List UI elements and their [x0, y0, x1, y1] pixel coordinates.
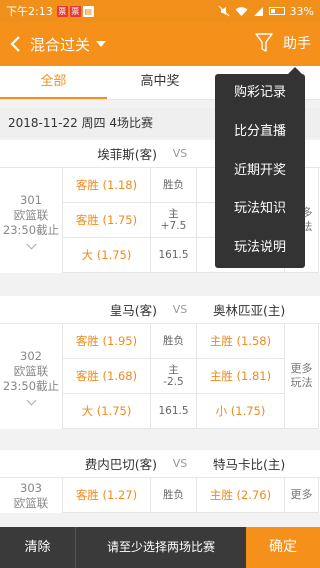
odds-option[interactable]: 主胜 (2.76): [197, 478, 285, 513]
handicap-label: 主 +7.5: [151, 203, 197, 238]
menu-item-recent-draws[interactable]: 近期开奖: [215, 152, 305, 191]
odds-option[interactable]: 客胜 (1.18): [63, 168, 151, 203]
menu-item-purchase-records[interactable]: 购彩记录: [215, 74, 305, 113]
nav-bar: 混合过关 助手: [0, 22, 320, 66]
back-arrow-icon: [10, 36, 20, 52]
assistant-menu: 购彩记录 比分直播 近期开奖 玩法知识 玩法说明: [215, 67, 305, 268]
more-plays-button[interactable]: 更多: [285, 478, 319, 513]
menu-item-live-scores[interactable]: 比分直播: [215, 113, 305, 152]
page-title: 混合过关: [30, 35, 91, 54]
confirm-button[interactable]: 确定: [246, 527, 320, 568]
odds-option[interactable]: 客胜 (1.68): [63, 359, 151, 394]
play-label: 胜负: [151, 478, 197, 513]
status-bar: 下午2:13 票 票 ▤ 33%: [0, 0, 320, 22]
league-name: 欧篮联: [13, 364, 49, 378]
chevron-down-icon: [26, 395, 36, 406]
home-team: 奥林匹亚(主): [213, 303, 286, 318]
play-type-selector[interactable]: 混合过关: [30, 34, 107, 55]
play-label: 胜负: [151, 168, 197, 203]
menu-item-play-knowledge[interactable]: 玩法知识: [215, 190, 305, 229]
selection-hint: 请至少选择两场比赛: [106, 540, 215, 554]
menu-item-play-instructions[interactable]: 玩法说明: [215, 229, 305, 268]
deadline: 23:50截止: [2, 379, 60, 393]
clear-button[interactable]: 清除: [0, 527, 76, 568]
battery-icon: [268, 7, 285, 15]
funnel-icon: [255, 33, 273, 52]
match-info[interactable]: 303 欧篮联: [0, 478, 62, 513]
deadline: 23:50截止: [2, 223, 60, 237]
chevron-down-icon: [26, 239, 36, 250]
caret-down-icon: [96, 41, 107, 47]
match-card: 皇马(客) VS 奥林匹亚(主) 302 欧篮联 23:50截止 客胜 (1.9…: [0, 296, 320, 429]
odds-option[interactable]: 客胜 (1.27): [63, 478, 151, 513]
vs-label: VS: [172, 303, 188, 316]
total-line-label: 161.5: [151, 394, 197, 429]
vs-label: VS: [172, 147, 188, 160]
odds-option[interactable]: 大 (1.75): [63, 238, 151, 273]
bottom-bar: 清除 请至少选择两场比赛 确定: [0, 527, 320, 568]
tab-all[interactable]: 全部: [0, 66, 107, 99]
away-team: 皇马(客): [109, 303, 157, 318]
tab-high-prize[interactable]: 高中奖: [107, 66, 214, 99]
league-name: 欧篮联: [13, 208, 49, 222]
vs-label: VS: [172, 457, 188, 470]
play-label: 胜负: [151, 324, 197, 359]
odds-option[interactable]: 客胜 (1.75): [63, 203, 151, 238]
notification-icon: 票: [69, 5, 81, 17]
signal-icon: [253, 6, 263, 16]
match-teams: 皇马(客) VS 奥林匹亚(主): [0, 296, 320, 324]
match-info[interactable]: 302 欧篮联 23:50截止: [0, 324, 62, 429]
away-team: 埃菲斯(客): [97, 147, 157, 162]
notification-icon: ▤: [82, 5, 94, 17]
mute-icon: [218, 5, 229, 17]
odds-grid: 客胜 (1.95) 胜负 主胜 (1.58) 客胜 (1.68) 主 -2.5 …: [62, 324, 285, 429]
league-name: 欧篮联: [13, 495, 49, 510]
odds-grid: 客胜 (1.27) 胜负 主胜 (2.76): [62, 478, 285, 513]
odds-option[interactable]: 主胜 (1.81): [197, 359, 285, 394]
status-time: 下午2:13: [6, 5, 53, 18]
match-number: 302: [20, 349, 42, 363]
handicap-label: 主 -2.5: [151, 359, 197, 394]
more-plays-button[interactable]: 更多玩法: [285, 324, 319, 429]
match-card: 费内巴切(客) VS 特马卡比(主) 303 欧篮联 客胜 (1.27) 胜负 …: [0, 450, 320, 513]
match-number: 303: [20, 480, 42, 495]
match-teams: 费内巴切(客) VS 特马卡比(主): [0, 450, 320, 478]
odds-option[interactable]: 大 (1.75): [63, 394, 151, 429]
filter-button[interactable]: [250, 28, 278, 58]
match-number: 301: [20, 193, 42, 207]
odds-option[interactable]: 客胜 (1.95): [63, 324, 151, 359]
back-button[interactable]: [0, 22, 30, 66]
battery-level: 33%: [289, 4, 314, 18]
notification-icon: 票: [56, 5, 68, 17]
wifi-icon: [235, 6, 248, 16]
match-info[interactable]: 301 欧篮联 23:50截止: [0, 168, 62, 273]
odds-option[interactable]: 主胜 (1.58): [197, 324, 285, 359]
total-line-label: 161.5: [151, 238, 197, 273]
help-button[interactable]: 助手: [283, 22, 311, 66]
away-team: 费内巴切(客): [84, 457, 157, 472]
home-team: 特马卡比(主): [213, 457, 286, 472]
odds-option[interactable]: 小 (1.75): [197, 394, 285, 429]
